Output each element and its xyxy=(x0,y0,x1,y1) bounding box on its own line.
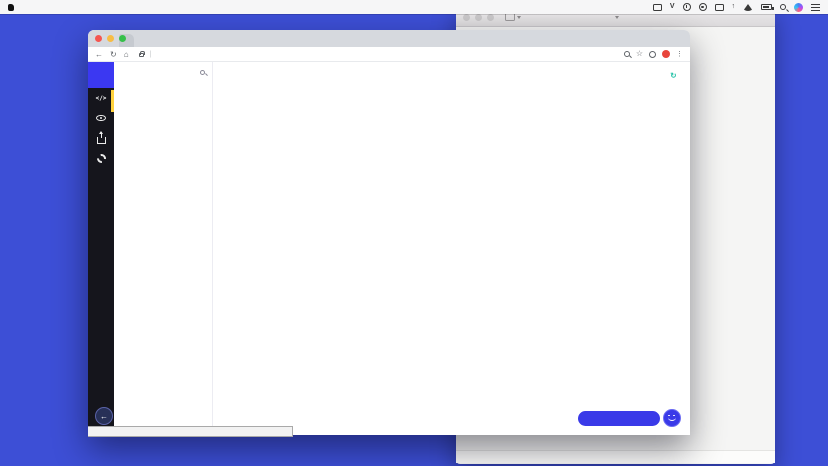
minimize-icon[interactable] xyxy=(107,35,114,42)
desktop: { "colors": { "desktop_bg": "#3d4fd6", "… xyxy=(0,0,828,466)
upload-icon xyxy=(97,137,106,144)
back-button[interactable]: ← xyxy=(95,407,113,425)
bgwin-toolbar xyxy=(456,450,775,463)
upload-status-icon[interactable]: ↑ xyxy=(732,3,736,11)
back-icon[interactable]: ← xyxy=(95,47,103,62)
display-icon[interactable] xyxy=(715,4,724,11)
chevron-down-icon xyxy=(615,16,619,19)
code-editor: ↻ xyxy=(214,62,690,435)
sync-icon: ↻ xyxy=(670,71,677,80)
shield-icon[interactable]: V xyxy=(670,3,675,11)
browser-toolbar: ← ↻ ⌂ | ☆ ⋮ xyxy=(88,47,690,62)
menu-bar: V ↑ xyxy=(0,0,828,14)
screen-mirroring-icon[interactable] xyxy=(653,4,662,11)
spotlight-search-icon[interactable] xyxy=(780,4,786,10)
rail-item-share[interactable] xyxy=(88,128,114,148)
toolbar-right: ☆ ⋮ xyxy=(624,49,683,59)
apple-menu-icon[interactable] xyxy=(8,4,14,11)
refresh-icon[interactable]: ↻ xyxy=(110,47,117,62)
close-icon[interactable] xyxy=(95,35,102,42)
sidebar-sections xyxy=(114,82,212,435)
wifi-icon[interactable] xyxy=(743,4,753,11)
help-smiley-button[interactable] xyxy=(663,409,681,427)
clock-icon[interactable] xyxy=(683,3,691,11)
view-box-icon xyxy=(505,13,515,21)
record-icon[interactable] xyxy=(699,3,707,11)
battery-icon[interactable] xyxy=(761,4,772,10)
ask-question-button[interactable] xyxy=(578,411,660,426)
home-icon[interactable]: ⌂ xyxy=(124,47,129,62)
avatar[interactable] xyxy=(662,50,670,58)
rail-item-settings[interactable] xyxy=(88,148,114,168)
sidebar-header xyxy=(114,62,212,82)
file-sidebar xyxy=(114,62,213,435)
menu-status-icons: V ↑ xyxy=(653,3,820,12)
code-lines[interactable] xyxy=(214,88,690,435)
lock-icon xyxy=(139,53,144,57)
tab-strip xyxy=(88,30,690,47)
separator: | xyxy=(150,51,152,58)
window-controls xyxy=(95,35,126,42)
browser-menu-icon[interactable]: ⋮ xyxy=(676,50,683,58)
close-icon[interactable] xyxy=(463,14,470,21)
bookmark-star-icon[interactable]: ☆ xyxy=(636,49,643,59)
saved-status: ↻ xyxy=(670,71,680,80)
eye-icon xyxy=(96,115,106,122)
code-icon: </> xyxy=(96,95,107,102)
search-extension-icon[interactable] xyxy=(624,51,630,57)
extension-icon[interactable] xyxy=(649,51,656,58)
minimize-icon[interactable] xyxy=(475,14,482,21)
gear-icon xyxy=(97,154,106,163)
zoom-icon[interactable] xyxy=(119,35,126,42)
address-bar[interactable]: | xyxy=(136,51,617,58)
editor-icon-rail: </> xyxy=(88,62,114,435)
browser-window: ← ↻ ⌂ | ☆ ⋮ </> xyxy=(88,30,690,435)
notification-center-icon[interactable] xyxy=(811,4,820,11)
zoom-icon[interactable] xyxy=(487,14,494,21)
superhi-logo[interactable] xyxy=(88,62,114,88)
page-load-status xyxy=(88,426,293,437)
editor-header: ↻ xyxy=(214,62,690,88)
search-icon[interactable] xyxy=(200,70,205,75)
editor-content: </> ↻ xyxy=(88,62,690,435)
siri-icon[interactable] xyxy=(794,3,803,12)
